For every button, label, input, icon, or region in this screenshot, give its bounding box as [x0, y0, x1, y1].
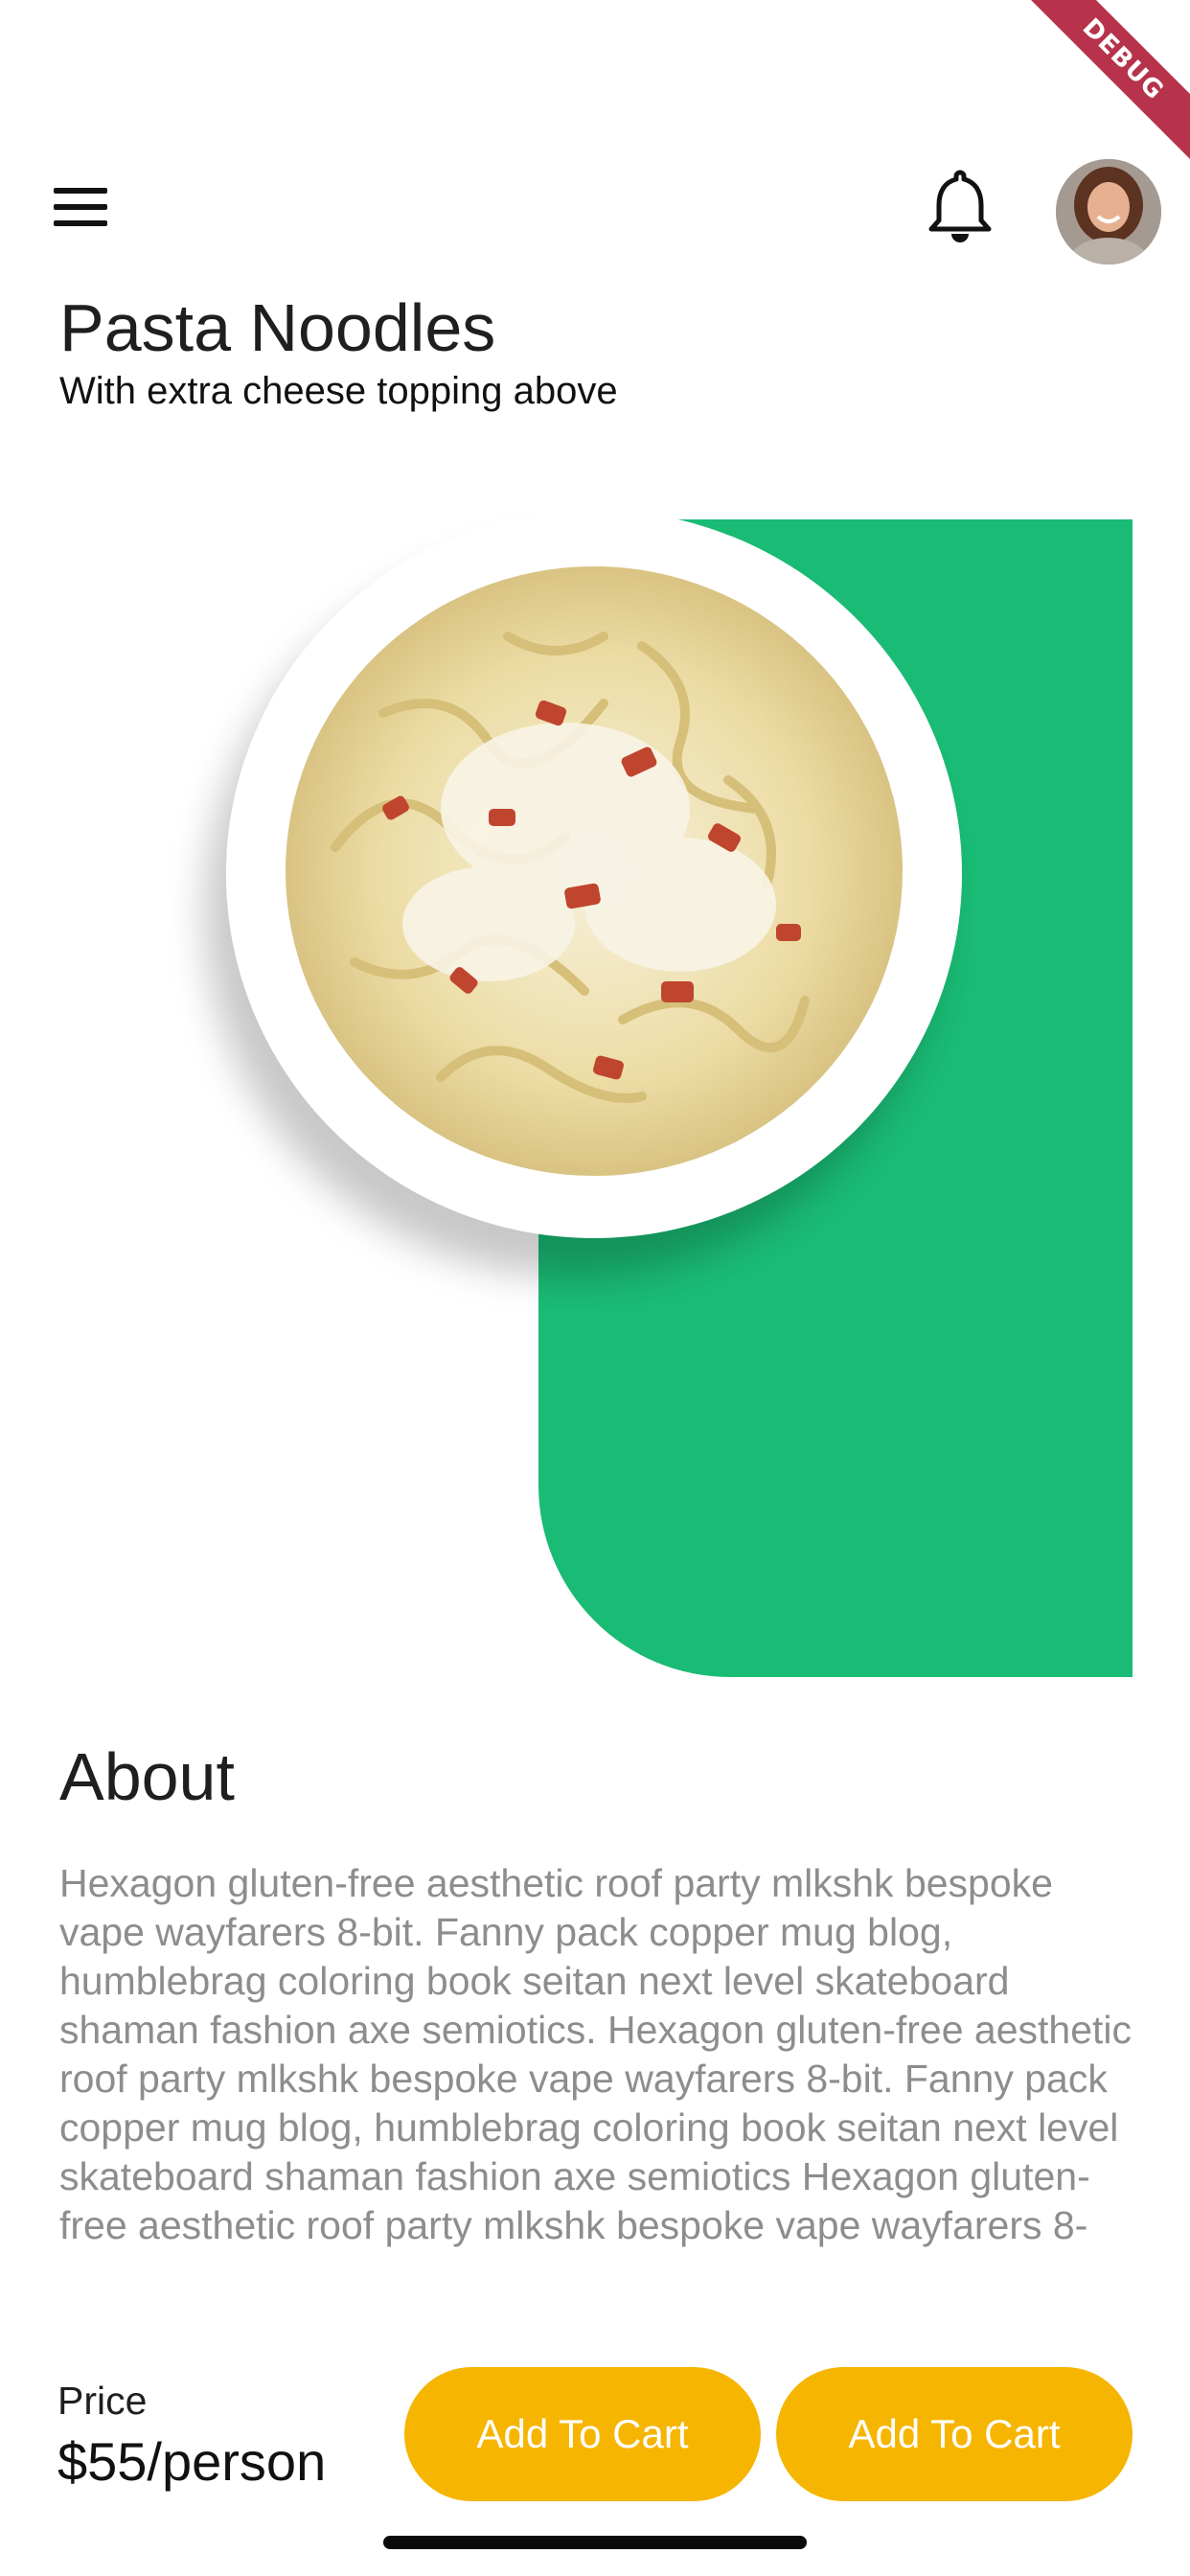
about-heading: About	[59, 1739, 235, 1814]
user-avatar[interactable]	[1056, 159, 1161, 264]
product-subtitle: With extra cheese topping above	[59, 370, 618, 412]
debug-banner: DEBUG	[995, 0, 1190, 188]
about-description: Hexagon gluten-free aesthetic roof party…	[59, 1861, 1133, 2247]
pasta-plate-image	[286, 566, 903, 1176]
price-value: $55/person	[57, 2431, 327, 2492]
hamburger-menu-icon[interactable]	[54, 188, 107, 226]
bell-icon[interactable]	[926, 167, 995, 243]
home-indicator[interactable]	[383, 2536, 807, 2549]
price-label: Price	[57, 2379, 148, 2423]
add-to-cart-button-2[interactable]: Add To Cart	[776, 2367, 1133, 2501]
product-title: Pasta Noodles	[59, 290, 496, 365]
add-to-cart-button[interactable]: Add To Cart	[404, 2367, 761, 2501]
menu-line	[54, 220, 107, 226]
menu-line	[54, 204, 107, 210]
menu-line	[54, 188, 107, 194]
